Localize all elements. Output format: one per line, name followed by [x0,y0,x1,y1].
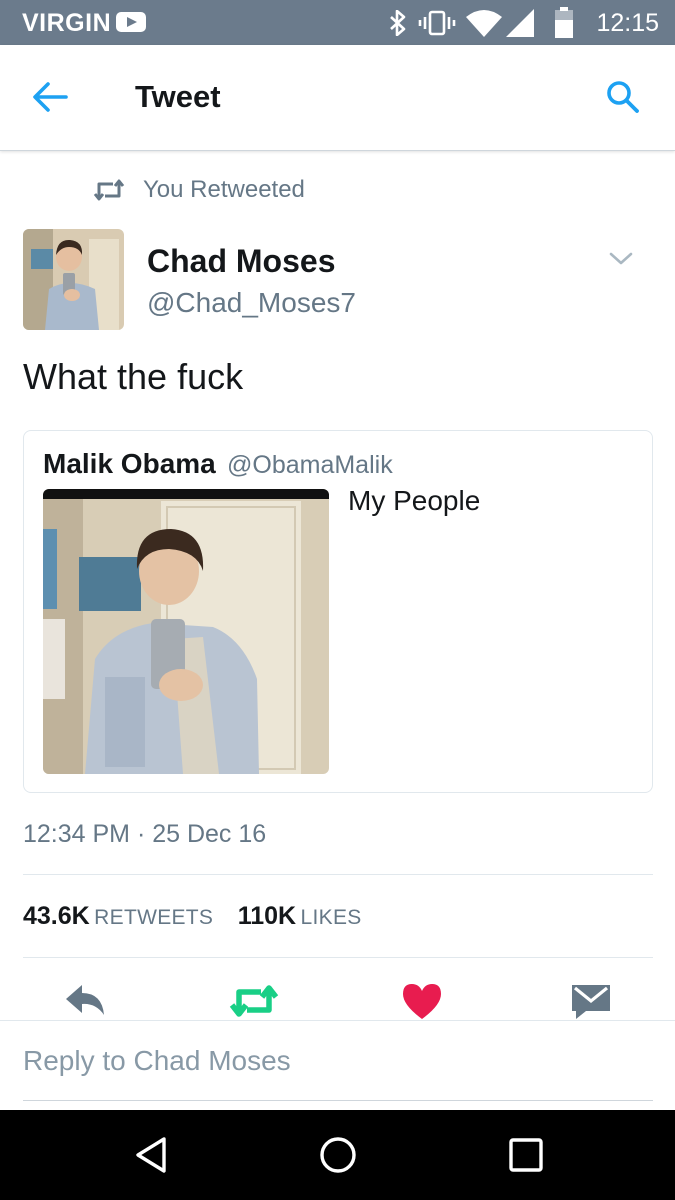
wifi-icon [466,10,502,37]
quoted-photo[interactable] [43,489,329,774]
divider [23,957,653,958]
page-title: Tweet [135,79,221,114]
search-icon[interactable] [605,79,641,115]
back-triangle-icon[interactable] [132,1135,172,1175]
chevron-down-icon[interactable] [606,247,636,269]
likes-stat[interactable]: 110K LIKES [238,902,362,931]
quoted-text: My People [348,485,481,516]
tweet-text: What the fuck [23,356,244,397]
action-bar [0,975,675,1021]
divider [23,874,653,875]
navigation-bar [0,1110,675,1200]
clock: 12:15 [596,9,659,37]
play-icon [116,12,146,32]
retweets-stat[interactable]: 43.6K RETWEETS [23,902,213,931]
vibrate-icon [418,10,456,36]
quoted-author-handle: @ObamaMalik [227,451,393,479]
app-bar: Tweet [0,45,675,151]
status-bar: VIRGIN 12:15 [0,0,675,45]
battery-icon [555,7,573,38]
quoted-tweet[interactable]: Malik Obama @ObamaMalik My People [23,430,653,793]
bluetooth-icon [390,10,406,36]
heart-icon[interactable] [401,981,443,1021]
back-arrow-icon[interactable] [30,79,70,115]
likes-label: LIKES [300,906,362,929]
retweet-icon [93,179,125,201]
retweet-button-icon[interactable] [229,981,279,1021]
likes-count: 110K [237,902,297,930]
recents-square-icon[interactable] [506,1135,546,1175]
retweets-count: 43.6K [23,902,90,930]
retweets-label: RETWEETS [94,906,214,929]
direct-message-icon[interactable] [570,981,612,1021]
author-name[interactable]: Chad Moses [147,243,335,280]
signal-icon [506,9,534,37]
reply-input[interactable] [23,1021,653,1101]
tweet-stats: 43.6K RETWEETS 110K LIKES [23,902,382,934]
avatar[interactable] [23,229,124,330]
reply-bar [0,1020,675,1110]
retweet-context-label: You Retweeted [143,176,305,203]
carrier-name: VIRGIN [22,9,112,37]
tweet-timestamp: 12:34 PM · 25 Dec 16 [23,820,267,848]
quoted-author-name: Malik Obama [43,448,216,479]
home-circle-icon[interactable] [318,1135,358,1175]
author-handle[interactable]: @Chad_Moses7 [147,287,356,319]
reply-icon[interactable] [62,981,108,1021]
